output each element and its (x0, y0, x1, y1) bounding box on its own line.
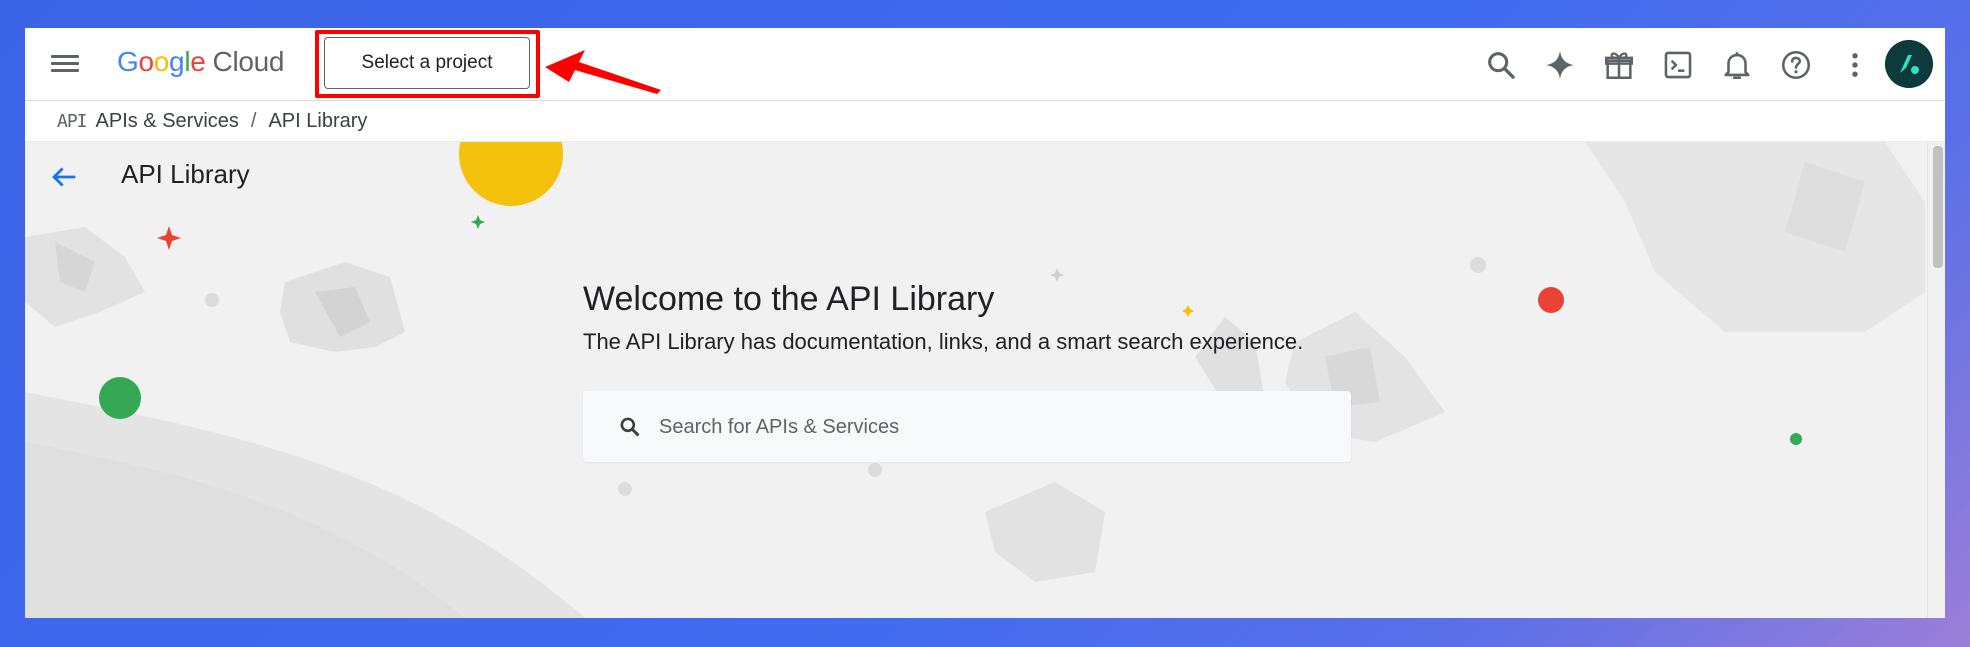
notifications-icon[interactable] (1720, 48, 1754, 82)
scrollbar-thumb[interactable] (1933, 146, 1943, 268)
api-search-input[interactable] (659, 407, 1329, 447)
welcome-subtitle: The API Library has documentation, links… (583, 329, 1304, 354)
browser-window: Google Cloud Select a project API APIs &… (25, 28, 1945, 618)
logo-letter: o (153, 46, 170, 77)
page-title: API Library (121, 159, 250, 189)
more-vert-icon[interactable] (1838, 48, 1872, 82)
top-bar: Google Cloud Select a project (25, 28, 1945, 101)
decorative-background-illustration (25, 142, 1925, 618)
search-icon (620, 417, 640, 437)
breadcrumb-item-api-library[interactable]: API Library (268, 110, 367, 133)
avatar[interactable] (1885, 40, 1933, 88)
api-search-box[interactable] (583, 391, 1351, 462)
welcome-heading: Welcome to the API Library (583, 280, 995, 318)
cloud-shell-icon[interactable] (1661, 48, 1695, 82)
logo-letter: G (117, 46, 139, 77)
select-project-button[interactable]: Select a project (324, 37, 530, 89)
logo-letter: e (190, 46, 206, 77)
gift-icon[interactable] (1602, 48, 1636, 82)
select-project-label: Select a project (361, 52, 493, 73)
logo-letter: o (138, 46, 154, 77)
gemini-sparkle-icon[interactable] (1543, 48, 1577, 82)
breadcrumb-item-apis-services[interactable]: APIs & Services (96, 110, 239, 133)
logo-cloud-text: Cloud (212, 46, 285, 77)
logo-letter: g (169, 46, 185, 77)
breadcrumb-separator: / (250, 110, 257, 132)
hamburger-menu-icon[interactable] (51, 51, 81, 79)
main-content: API Library Welcome to the API Library T… (25, 142, 1945, 618)
help-icon[interactable] (1779, 48, 1813, 82)
api-badge-icon: API (57, 111, 87, 132)
search-icon[interactable] (1484, 48, 1518, 82)
annotation-arrow-icon (545, 50, 661, 94)
back-arrow-icon[interactable] (47, 160, 81, 194)
google-cloud-logo[interactable]: Google Cloud (117, 46, 285, 78)
vertical-scrollbar[interactable] (1927, 142, 1945, 618)
breadcrumb: API APIs & Services / API Library (25, 102, 1945, 142)
